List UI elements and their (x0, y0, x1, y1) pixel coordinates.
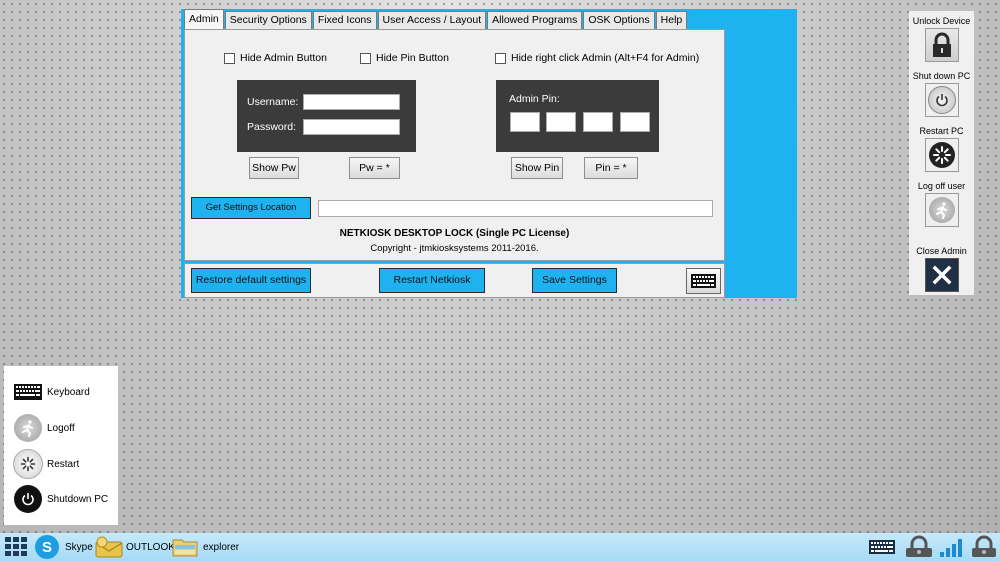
keyboard-icon (13, 377, 43, 407)
hide-right-click-admin-checkbox[interactable]: Hide right click Admin (Alt+F4 for Admin… (495, 52, 699, 64)
logoff-runner-icon (929, 197, 955, 223)
show-pin-button[interactable]: Show Pin (511, 157, 563, 179)
restart-netkiosk-button[interactable]: Restart Netkiosk (379, 268, 485, 293)
keyboard-icon (869, 540, 895, 554)
menu-item-shutdown[interactable]: Shutdown PC (13, 484, 108, 514)
keyboard-icon (691, 274, 716, 288)
restart-spinner-icon (929, 142, 955, 168)
password-field[interactable] (303, 119, 400, 135)
tab-user-access-layout[interactable]: User Access / Layout (377, 11, 487, 29)
close-x-icon (932, 265, 952, 285)
settings-location-field[interactable] (318, 200, 713, 217)
menu-item-logoff[interactable]: Logoff (13, 413, 75, 443)
unlock-device-label: Unlock Device (912, 16, 971, 26)
signal-bars-icon (940, 539, 962, 557)
get-settings-location-button[interactable]: Get Settings Location (191, 197, 311, 219)
admin-pin-panel: Admin Pin: (496, 80, 659, 152)
hide-pin-button-label: Hide Pin Button (376, 52, 449, 64)
network-status[interactable] (904, 535, 934, 559)
hide-pin-button-checkbox[interactable]: Hide Pin Button (360, 52, 449, 64)
pin-digit-1[interactable] (510, 112, 540, 132)
logoff-runner-icon (13, 413, 43, 443)
checkbox-box[interactable] (495, 52, 506, 64)
show-pw-button[interactable]: Show Pw (249, 157, 299, 179)
restart-spinner-icon (13, 449, 43, 479)
hide-right-click-admin-label: Hide right click Admin (Alt+F4 for Admin… (511, 52, 700, 64)
taskbar-outlook[interactable]: OUTLOOK (94, 535, 175, 559)
log-off-user-button[interactable] (925, 193, 959, 227)
skype-icon: S (35, 535, 59, 559)
outlook-icon (95, 536, 123, 558)
menu-item-logoff-label: Logoff (47, 422, 75, 434)
lock-icon (933, 32, 951, 57)
admin-pin-label: Admin Pin: (509, 93, 560, 105)
admin-tab-content: Hide Admin Button Hide Pin Button Hide r… (184, 29, 725, 261)
admin-bottom-bar: Restore default settings Restart Netkios… (184, 263, 725, 298)
pin-mask-button[interactable]: Pin = * (584, 157, 638, 179)
pin-digit-2[interactable] (546, 112, 576, 132)
taskbar: S Skype OUTLOOK explorer (0, 533, 1000, 561)
restart-pc-button[interactable] (925, 138, 959, 172)
menu-item-shutdown-label: Shutdown PC (47, 493, 109, 505)
menu-item-keyboard-label: Keyboard (47, 386, 90, 398)
credentials-panel: Username: Password: (237, 80, 416, 152)
side-panel: Unlock Device Shut down PC Restart PC Lo… (909, 11, 974, 295)
shut-down-pc-button[interactable] (925, 83, 959, 117)
start-button[interactable] (4, 535, 28, 559)
tab-allowed-programs[interactable]: Allowed Programs (487, 11, 583, 29)
tab-admin[interactable]: Admin (184, 9, 224, 29)
tab-help[interactable]: Help (655, 11, 688, 29)
log-off-user-label: Log off user (917, 181, 966, 191)
start-menu: Keyboard Logoff Restart Shutdown PC (4, 366, 118, 525)
taskbar-explorer[interactable]: explorer (171, 535, 239, 559)
taskbar-skype[interactable]: S Skype (35, 535, 93, 559)
hide-admin-button-label: Hide Admin Button (240, 52, 327, 64)
lock-status[interactable] (970, 535, 998, 559)
copyright-text: Copyright - jtmkiosksystems 2011-2016. (370, 243, 539, 254)
hide-admin-button-checkbox[interactable]: Hide Admin Button (224, 52, 327, 64)
menu-item-restart[interactable]: Restart (13, 449, 79, 479)
network-lock-icon (972, 535, 996, 557)
password-label: Password: (247, 121, 297, 133)
taskbar-keyboard[interactable] (869, 535, 895, 559)
taskbar-explorer-label: explorer (203, 541, 240, 553)
pw-mask-button[interactable]: Pw = * (349, 157, 400, 179)
tab-bar: Admin Security Options Fixed Icons User … (184, 9, 688, 30)
power-icon (928, 86, 956, 114)
restore-default-settings-button[interactable]: Restore default settings (191, 268, 311, 293)
menu-item-keyboard[interactable]: Keyboard (13, 377, 90, 407)
username-label: Username: (247, 96, 299, 108)
shut-down-pc-label: Shut down PC (912, 71, 971, 81)
signal-status[interactable] (938, 535, 966, 559)
admin-window: Admin Security Options Fixed Icons User … (181, 9, 974, 298)
username-field[interactable] (303, 94, 400, 110)
unlock-device-button[interactable] (925, 28, 959, 62)
keyboard-button[interactable] (686, 268, 721, 294)
pin-digit-3[interactable] (583, 112, 613, 132)
checkbox-box[interactable] (360, 52, 371, 64)
restart-pc-label: Restart PC (919, 126, 964, 136)
taskbar-skype-label: Skype (65, 541, 93, 553)
power-icon (13, 484, 43, 514)
close-admin-label: Close Admin (916, 246, 967, 256)
tab-osk-options[interactable]: OSK Options (583, 11, 655, 29)
checkbox-box[interactable] (224, 52, 235, 64)
menu-item-restart-label: Restart (47, 458, 80, 470)
tab-security-options[interactable]: Security Options (224, 11, 312, 29)
save-settings-button[interactable]: Save Settings (532, 268, 617, 293)
network-lock-icon (906, 535, 932, 557)
pin-digit-4[interactable] (620, 112, 650, 132)
product-title: NETKIOSK DESKTOP LOCK (Single PC License… (339, 228, 570, 239)
start-grid-icon (5, 537, 27, 556)
explorer-folder-icon (172, 539, 198, 557)
tab-fixed-icons[interactable]: Fixed Icons (312, 11, 377, 29)
taskbar-outlook-label: OUTLOOK (126, 541, 175, 553)
close-admin-button[interactable] (925, 258, 959, 292)
